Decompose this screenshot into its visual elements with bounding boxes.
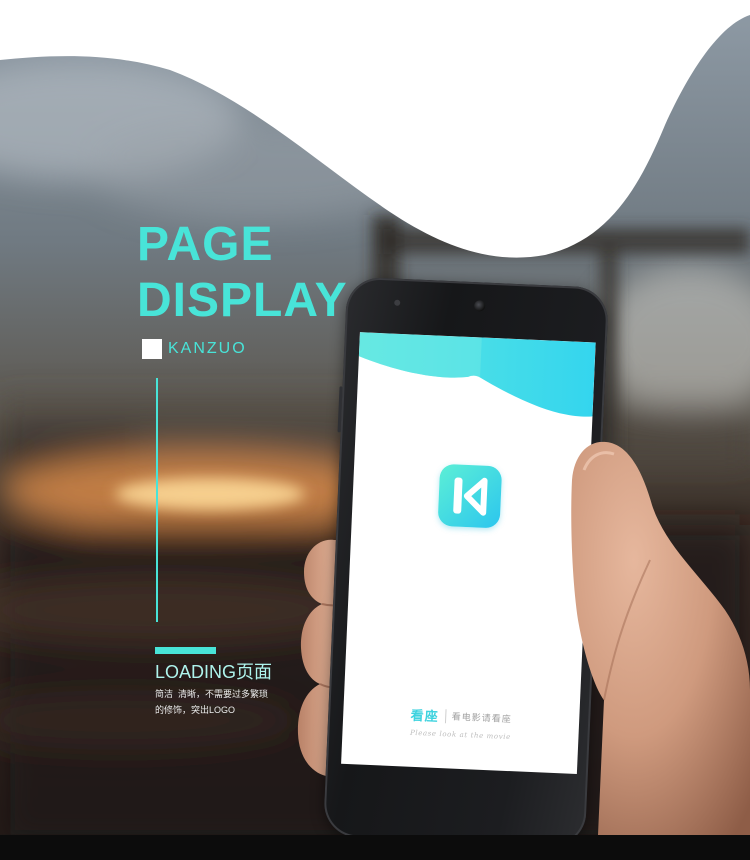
vertical-accent-line [156,378,158,622]
white-square-icon [142,339,162,359]
brand-divider [444,708,447,723]
phone-mockup: 看座 看电影请看座 Please look at the movie [322,276,610,848]
phone-sensor-dot [394,299,401,306]
app-slogan: 看电影请看座 [451,711,512,725]
bottom-bar [0,835,750,860]
description-line: 的修饰，突出LOGO [155,705,236,715]
front-camera-icon [473,300,486,312]
phone-side-button [337,386,343,433]
section-description: 简洁 清晰，不需要过多繁琐 的修饰，突出LOGO [155,686,268,718]
brand-label: KANZUO [168,340,247,357]
description-line: 简洁 清晰，不需要过多繁琐 [155,689,269,699]
page-title-line1: PAGE [137,218,274,271]
loading-screen: 看座 看电影请看座 Please look at the movie [341,332,596,775]
kanzuo-k-logo-icon [437,463,503,529]
section-title: LOADING页面 [155,662,273,682]
poster-canvas: 看座 看电影请看座 Please look at the movie PAGE … [0,0,750,860]
app-name: 看座 [410,707,440,724]
brand-row: KANZUO [142,339,247,359]
page-title-line2: DISPLAY [137,274,348,327]
accent-bar [155,647,216,654]
